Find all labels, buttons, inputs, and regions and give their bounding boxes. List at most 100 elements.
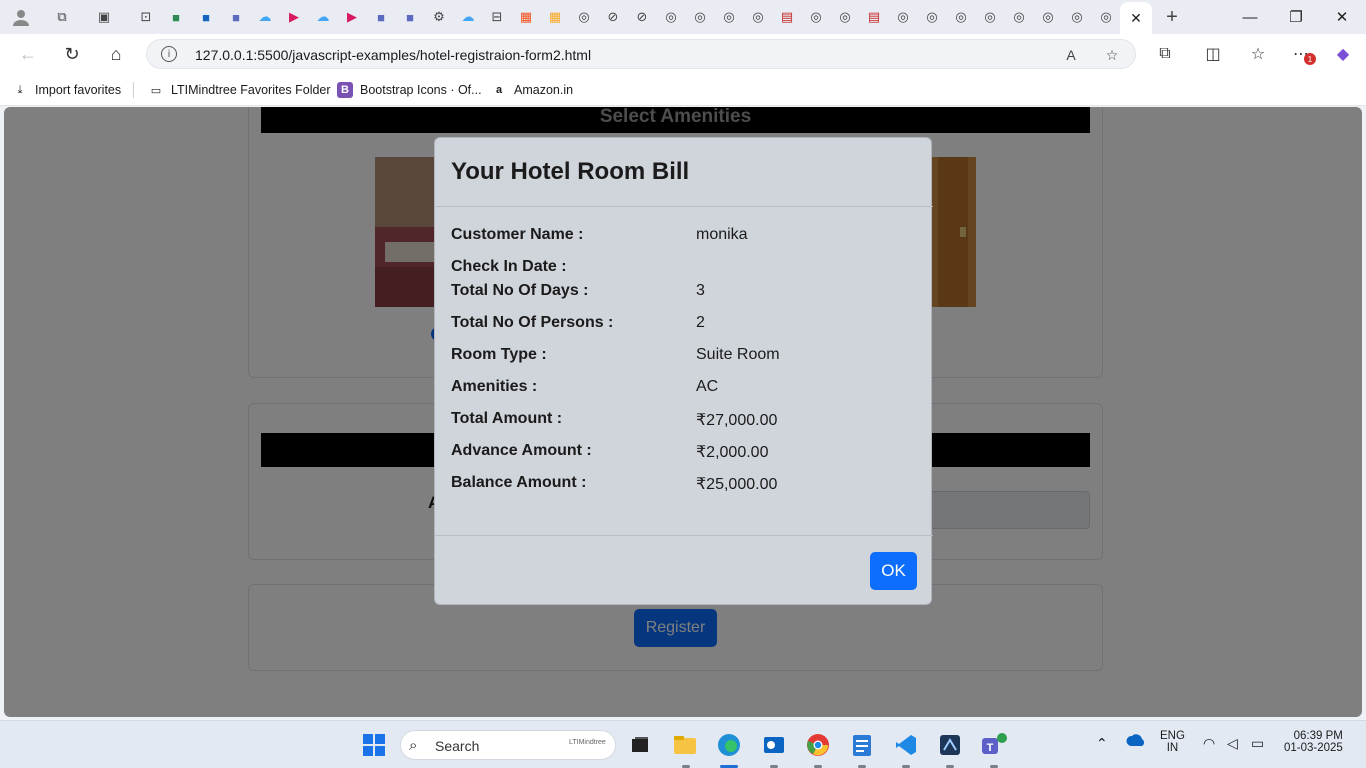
minimize-icon[interactable]: — bbox=[1238, 5, 1262, 29]
tab-icon[interactable]: ☁ bbox=[255, 7, 275, 27]
globe-icon[interactable]: ◎ bbox=[690, 7, 710, 27]
globe-icon[interactable]: ◎ bbox=[835, 7, 855, 27]
search-icon: ⌕ bbox=[409, 737, 418, 754]
favorites-divider bbox=[133, 82, 134, 98]
start-icon[interactable] bbox=[360, 731, 388, 759]
bill-value-customer-name: monika bbox=[696, 226, 748, 243]
tab-actions-icon[interactable]: ▣ bbox=[94, 7, 114, 27]
file-explorer-icon[interactable] bbox=[671, 731, 699, 759]
tab-icon[interactable]: ■ bbox=[196, 7, 216, 27]
back-icon[interactable]: ← bbox=[16, 42, 40, 66]
tab-icon[interactable]: ⊡ bbox=[136, 7, 156, 27]
address-bar[interactable]: i 127.0.0.1:5500/javascript-examples/hot… bbox=[146, 39, 1136, 69]
workspaces-icon[interactable]: ⧉ bbox=[52, 7, 72, 27]
teams-icon[interactable]: T bbox=[980, 731, 1008, 759]
onedrive-icon[interactable] bbox=[1126, 733, 1146, 750]
outlook-icon[interactable] bbox=[760, 731, 788, 759]
tab-icon[interactable]: ■ bbox=[226, 7, 246, 27]
site-info-icon[interactable]: i bbox=[161, 46, 177, 62]
favorite-folder[interactable]: ▭ LTIMindtree Favorites Folder bbox=[148, 82, 331, 98]
bootstrap-icon: B bbox=[337, 82, 353, 98]
profile-icon[interactable] bbox=[11, 7, 31, 27]
tab-icon[interactable]: ■ bbox=[400, 7, 420, 27]
tab-icon[interactable]: ⚙ bbox=[429, 7, 449, 27]
bill-value-amenities: AC bbox=[696, 378, 719, 395]
bill-value-balance-amount: ₹25,000.00 bbox=[696, 476, 778, 493]
tab-icon[interactable]: ⊘ bbox=[603, 7, 623, 27]
globe-icon[interactable]: ◎ bbox=[893, 7, 913, 27]
bill-value-room-type: Suite Room bbox=[696, 346, 780, 363]
copilot-icon[interactable]: ◆ bbox=[1331, 42, 1355, 66]
show-hidden-icons[interactable]: ⌃ bbox=[1096, 735, 1108, 752]
tab-icon[interactable]: ⊘ bbox=[632, 7, 652, 27]
url-text[interactable]: 127.0.0.1:5500/javascript-examples/hotel… bbox=[195, 47, 591, 63]
refresh-icon[interactable]: ↻ bbox=[60, 42, 84, 66]
home-icon[interactable]: ⌂ bbox=[104, 42, 128, 66]
language-indicator[interactable]: ENG IN bbox=[1160, 730, 1185, 754]
taskbar: ⌕ Search LTIMindtree T ⌃ ENG IN ◠ ◁ ▭ 06… bbox=[0, 720, 1366, 768]
extensions-icon[interactable]: ⧉ bbox=[1153, 42, 1177, 66]
new-tab-icon[interactable]: + bbox=[1162, 6, 1182, 28]
globe-icon[interactable]: ◎ bbox=[1009, 7, 1029, 27]
bill-label-check-in-date: Check In Date : bbox=[451, 258, 567, 275]
bill-label-advance-amount: Advance Amount : bbox=[451, 442, 592, 459]
tab-icon[interactable]: ◎ bbox=[574, 7, 594, 27]
pdf-icon[interactable]: ▤ bbox=[864, 7, 884, 27]
tab-icon[interactable]: ■ bbox=[166, 7, 186, 27]
bill-value-total-days: 3 bbox=[696, 282, 705, 299]
globe-icon[interactable]: ◎ bbox=[748, 7, 768, 27]
task-view-icon[interactable] bbox=[626, 731, 654, 759]
favorite-star-icon[interactable]: ☆ bbox=[1102, 45, 1122, 65]
notepad-icon[interactable] bbox=[848, 731, 876, 759]
vscode-icon[interactable] bbox=[892, 731, 920, 759]
globe-icon[interactable]: ◎ bbox=[922, 7, 942, 27]
favorite-bootstrap[interactable]: B Bootstrap Icons · Of... bbox=[337, 82, 482, 98]
tab-icon[interactable]: ☁ bbox=[458, 7, 478, 27]
favorites-bar: ⤓ Import favorites ▭ LTIMindtree Favorit… bbox=[0, 74, 1366, 106]
bill-label-total-amount: Total Amount : bbox=[451, 410, 563, 427]
bill-value-advance-amount: ₹2,000.00 bbox=[696, 444, 769, 461]
bill-label-total-persons: Total No Of Persons : bbox=[451, 314, 614, 331]
globe-icon[interactable]: ◎ bbox=[1067, 7, 1087, 27]
clock[interactable]: 06:39 PM 01-03-2025 bbox=[1284, 730, 1343, 754]
active-tab[interactable]: ✕ bbox=[1120, 2, 1152, 34]
tab-icon[interactable]: ▶ bbox=[342, 7, 362, 27]
wifi-icon[interactable]: ◠ bbox=[1203, 735, 1215, 752]
globe-icon[interactable]: ◎ bbox=[980, 7, 1000, 27]
tab-icon[interactable]: ▶ bbox=[284, 7, 304, 27]
split-screen-icon[interactable]: ◫ bbox=[1201, 42, 1225, 66]
sql-icon[interactable] bbox=[936, 731, 964, 759]
close-window-icon[interactable]: ✕ bbox=[1330, 5, 1354, 29]
ok-button[interactable]: OK bbox=[870, 552, 917, 590]
favorites-icon[interactable]: ☆ bbox=[1246, 42, 1270, 66]
globe-icon[interactable]: ◎ bbox=[1096, 7, 1116, 27]
tab-icon[interactable]: ▦ bbox=[516, 7, 536, 27]
tab-icon[interactable]: ☁ bbox=[313, 7, 333, 27]
globe-icon[interactable]: ◎ bbox=[1038, 7, 1058, 27]
favorite-import[interactable]: ⤓ Import favorites bbox=[12, 82, 122, 98]
bill-label-room-type: Room Type : bbox=[451, 346, 547, 363]
modal-footer-divider bbox=[435, 535, 933, 536]
globe-icon[interactable]: ◎ bbox=[719, 7, 739, 27]
read-aloud-icon[interactable]: A bbox=[1061, 45, 1081, 65]
favorite-amazon[interactable]: a Amazon.in bbox=[491, 82, 573, 98]
folder-icon: ▭ bbox=[150, 84, 162, 97]
tab-icon[interactable]: ⊟ bbox=[487, 7, 507, 27]
globe-icon[interactable]: ◎ bbox=[951, 7, 971, 27]
bill-value-total-amount: ₹27,000.00 bbox=[696, 412, 778, 429]
pdf-icon[interactable]: ▤ bbox=[777, 7, 797, 27]
volume-icon[interactable]: ◁ bbox=[1227, 735, 1238, 752]
globe-icon[interactable]: ◎ bbox=[806, 7, 826, 27]
globe-icon[interactable]: ◎ bbox=[661, 7, 681, 27]
bill-modal: Your Hotel Room Bill Customer Name : mon… bbox=[434, 137, 933, 605]
battery-icon[interactable]: ▭ bbox=[1251, 735, 1264, 752]
modal-title: Your Hotel Room Bill bbox=[451, 158, 690, 185]
tab-icon[interactable]: ▦ bbox=[545, 7, 565, 27]
modal-header-divider bbox=[435, 206, 933, 207]
taskbar-search[interactable]: ⌕ Search LTIMindtree bbox=[400, 730, 616, 760]
edge-icon[interactable] bbox=[715, 731, 743, 759]
tab-icon[interactable]: ■ bbox=[371, 7, 391, 27]
restore-icon[interactable]: ❐ bbox=[1284, 5, 1308, 29]
chrome-icon[interactable] bbox=[804, 731, 832, 759]
close-tab-icon[interactable]: ✕ bbox=[1130, 10, 1142, 27]
